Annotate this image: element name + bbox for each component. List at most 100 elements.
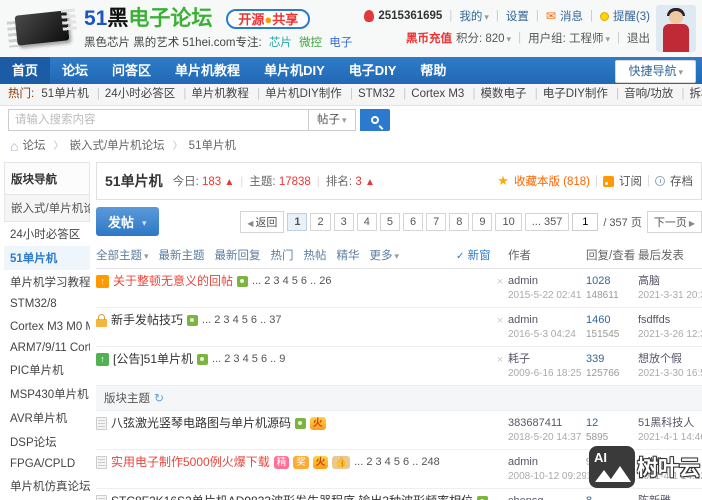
nav-tab-mcu-diy[interactable]: 单片机DIY: [252, 57, 337, 84]
filter-new-replies[interactable]: 最新回复: [215, 247, 261, 263]
last-poster[interactable]: 想放个假: [638, 353, 682, 365]
thread-title[interactable]: 关于整顿无意义的回帖: [113, 274, 233, 289]
reply-count[interactable]: 1028: [586, 275, 610, 287]
filter-all-topics[interactable]: 全部主题: [96, 247, 149, 263]
close-icon[interactable]: ×: [492, 354, 508, 366]
filter-newest[interactable]: 最新主题: [159, 247, 205, 263]
hot-link[interactable]: 音响/功放: [611, 88, 673, 100]
page-number[interactable]: 7: [426, 212, 447, 231]
thread-title[interactable]: 实用电子制作5000例火爆下载: [111, 455, 270, 470]
sidebar-item-24h[interactable]: 24小时必答区: [4, 222, 90, 246]
nav-tab-home[interactable]: 首页: [0, 57, 51, 84]
thread-pages[interactable]: ... 2 3 4 5 6 .. 9: [212, 352, 285, 367]
page-number[interactable]: 6: [402, 212, 424, 231]
archive-link[interactable]: 存档: [670, 173, 693, 189]
hot-link[interactable]: 模数电子: [468, 88, 527, 100]
sidebar-item-51mcu[interactable]: 51单片机: [4, 246, 90, 270]
tagline-link-elec[interactable]: 电子: [329, 37, 352, 49]
nav-tab-forum[interactable]: 论坛: [50, 57, 100, 84]
thread-pages[interactable]: ... 2 3 4 5 6 .. 37: [202, 313, 282, 328]
my-menu[interactable]: 我的: [459, 8, 489, 24]
tagline-link-chip[interactable]: 芯片: [269, 37, 292, 49]
nav-tab-tutorial[interactable]: 单片机教程: [163, 57, 252, 84]
sidebar-section-embedded[interactable]: 嵌入式/单片机论坛: [4, 195, 90, 222]
reply-count[interactable]: 1460: [586, 314, 610, 326]
filter-digest[interactable]: 精华: [337, 247, 360, 263]
logout-link[interactable]: 退出: [627, 30, 650, 46]
nav-tab-elec-diy[interactable]: 电子DIY: [337, 57, 409, 84]
hot-link[interactable]: 51单片机: [41, 88, 88, 100]
last-poster[interactable]: 51黑科技人: [638, 417, 694, 429]
author-name[interactable]: admin: [508, 275, 538, 287]
breadcrumb-forum[interactable]: 论坛: [22, 134, 45, 158]
last-poster[interactable]: fsdffds: [638, 314, 670, 326]
new-window-toggle[interactable]: ✓ 新窗: [456, 247, 508, 263]
last-poster[interactable]: 陈新雅: [638, 495, 671, 500]
last-date[interactable]: 2021-3-30 16:57: [638, 368, 702, 379]
thread-title[interactable]: STC8F2K16S2单片机AD9833波形发生器程序 输出3种波形频率相位: [111, 494, 473, 500]
page-number[interactable]: 5: [379, 212, 400, 231]
sidebar-item-cortex-m[interactable]: Cortex M3 M0 M4开: [4, 314, 90, 338]
sidebar-item-dsp[interactable]: DSP论坛: [4, 430, 90, 454]
hot-link[interactable]: 单片机DIY制作: [252, 88, 342, 100]
breadcrumb-current[interactable]: 51单片机: [167, 134, 236, 159]
hot-link[interactable]: 拆机乐园: [677, 88, 702, 100]
filter-hot[interactable]: 热门: [271, 247, 294, 263]
refresh-icon[interactable]: ↻: [154, 391, 164, 405]
last-date[interactable]: 2021-3-31 20:35: [638, 290, 702, 301]
page-number[interactable]: 8: [449, 212, 470, 231]
avatar[interactable]: [656, 5, 696, 52]
nav-tab-help[interactable]: 帮助: [408, 57, 458, 84]
filter-more[interactable]: 更多: [370, 247, 400, 263]
subscribe-link[interactable]: 订阅: [619, 173, 642, 189]
author-name[interactable]: admin: [508, 456, 538, 468]
hot-link[interactable]: Cortex M3: [398, 88, 464, 100]
sidebar-item-pic[interactable]: PIC单片机: [4, 358, 90, 382]
hot-link[interactable]: 电子DIY制作: [530, 88, 608, 100]
filter-hot-posts[interactable]: 热帖: [304, 247, 327, 263]
sidebar-item-stm32[interactable]: STM32/8: [4, 294, 90, 314]
credits-menu[interactable]: 积分: 820: [456, 30, 511, 46]
page-number[interactable]: 4: [356, 212, 377, 231]
close-icon[interactable]: ×: [492, 276, 508, 288]
thread-title[interactable]: 新手发帖技巧: [111, 313, 183, 328]
breadcrumb-category[interactable]: 嵌入式/单片机论坛: [47, 134, 164, 159]
hot-link[interactable]: 24小时必答区: [92, 88, 175, 100]
recharge-link[interactable]: 黑币充值: [406, 30, 452, 46]
quick-nav-button[interactable]: 快捷导航: [615, 60, 696, 83]
page-number[interactable]: 3: [333, 212, 354, 231]
sidebar-item-arm[interactable]: ARM7/9/11 Cortex-: [4, 338, 90, 358]
sidebar-item-sim[interactable]: 单片机仿真论坛: [4, 474, 90, 498]
hot-link[interactable]: STM32: [345, 88, 395, 100]
search-button[interactable]: [359, 109, 390, 131]
author-name[interactable]: 383687411: [508, 417, 562, 429]
author-name[interactable]: chensq: [508, 495, 543, 500]
last-date[interactable]: 2021-3-26 12:34: [638, 329, 702, 340]
sidebar-item-avr[interactable]: AVR单片机: [4, 406, 90, 430]
reply-count[interactable]: 12: [586, 417, 598, 429]
nav-tab-qa[interactable]: 问答区: [100, 57, 163, 84]
page-number[interactable]: 1: [287, 212, 308, 231]
last-poster[interactable]: 高脑: [638, 275, 660, 287]
messages-link[interactable]: 消息: [560, 8, 583, 24]
next-page-button[interactable]: 下一页: [646, 210, 702, 233]
search-type-select[interactable]: 帖子: [308, 109, 356, 131]
favorite-link[interactable]: 收藏本版 (818): [514, 173, 590, 189]
thread-title[interactable]: [公告]51单片机: [113, 352, 193, 367]
hot-link[interactable]: 单片机教程: [178, 88, 249, 100]
thread-pages[interactable]: ... 2 3 4 5 6 .. 26: [252, 274, 332, 289]
thread-pages[interactable]: ... 2 3 4 5 6 .. 248: [354, 455, 440, 470]
sidebar-item-msp430[interactable]: MSP430单片机: [4, 382, 90, 406]
sidebar-item-tutorial[interactable]: 单片机学习教程(初: [4, 270, 90, 294]
page-number[interactable]: 9: [472, 212, 493, 231]
close-icon[interactable]: ×: [492, 315, 508, 327]
back-button[interactable]: 返回: [240, 210, 285, 233]
page-number[interactable]: 2: [310, 212, 331, 231]
settings-link[interactable]: 设置: [506, 8, 529, 24]
sidebar-item-fpga[interactable]: FPGA/CPLD: [4, 454, 90, 474]
home-icon[interactable]: ⌂: [10, 134, 18, 158]
author-name[interactable]: 耗子: [508, 353, 530, 365]
author-name[interactable]: admin: [508, 314, 538, 326]
site-title[interactable]: 51 黑 电子论坛 开源●共享: [84, 7, 352, 31]
qq-number[interactable]: 2515361695: [378, 10, 442, 22]
